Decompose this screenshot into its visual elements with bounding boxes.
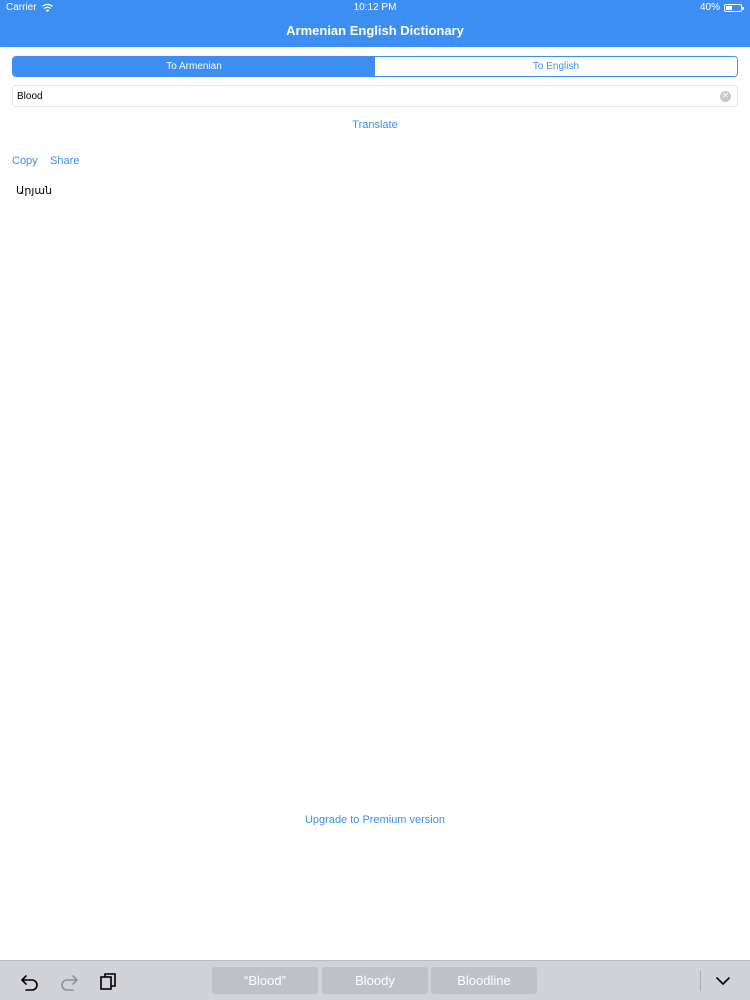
suggestion-item[interactable]: Bloody: [322, 967, 428, 994]
translation-result: Արյան: [16, 184, 53, 197]
page-title: Armenian English Dictionary: [286, 23, 464, 38]
redo-icon[interactable]: [59, 971, 79, 991]
search-field[interactable]: ×: [12, 85, 738, 107]
undo-icon[interactable]: [20, 971, 40, 991]
segment-to-armenian[interactable]: To Armenian: [13, 57, 375, 76]
search-input[interactable]: [17, 88, 707, 104]
direction-segmented-control[interactable]: To Armenian To English: [12, 56, 738, 77]
status-bar: Carrier 10:12 PM 40%: [0, 0, 750, 16]
status-right: 40%: [699, 0, 744, 16]
translate-button[interactable]: Translate: [0, 119, 750, 131]
segment-to-english[interactable]: To English: [375, 57, 737, 76]
suggestion-item[interactable]: Bloodline: [431, 967, 537, 994]
chevron-down-icon[interactable]: [714, 972, 732, 990]
upgrade-premium-link[interactable]: Upgrade to Premium version: [0, 814, 750, 826]
keyboard-divider: [700, 971, 701, 991]
share-button[interactable]: Share: [50, 155, 79, 167]
status-time: 10:12 PM: [353, 2, 397, 13]
clear-icon[interactable]: ×: [720, 91, 731, 102]
suggestion-item[interactable]: “Blood”: [212, 967, 318, 994]
paste-icon[interactable]: [98, 971, 118, 991]
battery-icon: [724, 4, 744, 12]
app-header: Carrier 10:12 PM 40% Armenian English Di…: [0, 0, 750, 47]
battery-fill: [726, 6, 732, 10]
keyboard-shortcut-bar: “Blood” Bloody Bloodline: [0, 960, 750, 1000]
copy-button[interactable]: Copy: [12, 155, 38, 167]
battery-percent: 40%: [699, 2, 720, 13]
